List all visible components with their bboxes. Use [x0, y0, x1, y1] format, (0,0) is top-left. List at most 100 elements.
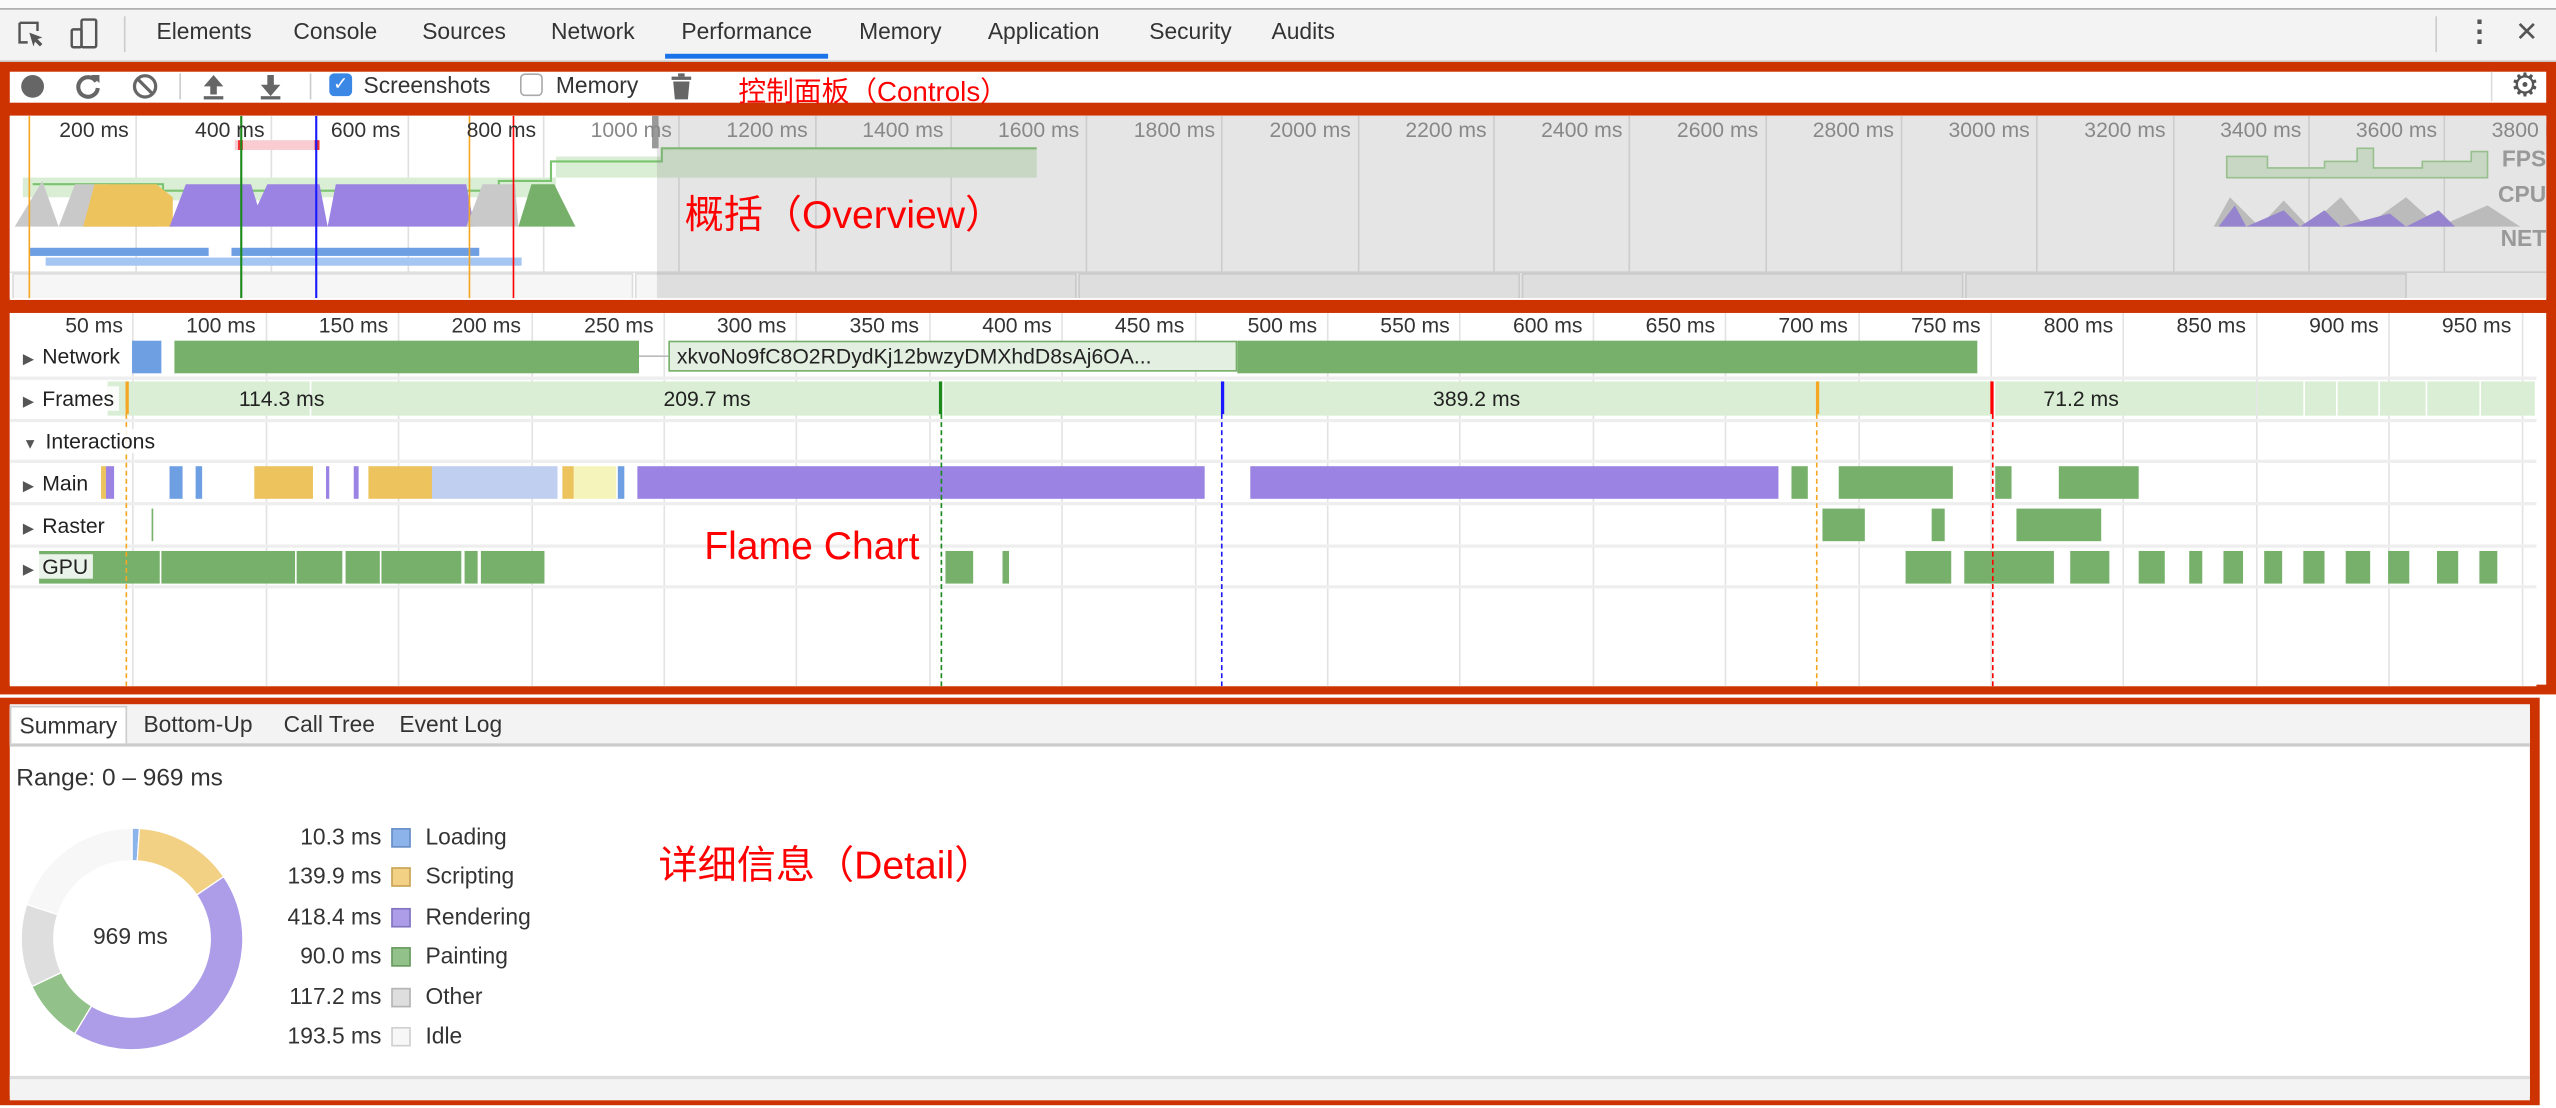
triangle-right-icon[interactable]: ▶	[23, 520, 34, 536]
frame[interactable]	[2305, 381, 2336, 416]
main-event[interactable]	[196, 466, 202, 499]
gpu-event[interactable]	[2436, 550, 2458, 584]
main-event[interactable]	[1995, 466, 2012, 499]
timing-marker[interactable]	[1815, 381, 1819, 415]
main-event[interactable]	[169, 466, 184, 499]
gpu-event[interactable]	[2263, 550, 2283, 584]
track-frames[interactable]: ▶ Frames	[22, 386, 119, 411]
close-icon[interactable]: ✕	[2515, 16, 2538, 49]
triangle-right-icon[interactable]: ▶	[23, 478, 34, 494]
main-event[interactable]	[636, 466, 1205, 499]
tab-memory[interactable]: Memory	[843, 10, 958, 57]
flame-tick-label: 800 ms	[2043, 312, 2114, 338]
main-event[interactable]	[1791, 466, 1808, 499]
main-event[interactable]	[1839, 466, 1954, 499]
raster-event[interactable]	[151, 508, 154, 542]
raster-event[interactable]	[1823, 508, 1866, 542]
track-interactions[interactable]: ▼ Interactions	[22, 428, 160, 454]
triangle-right-icon[interactable]: ▶	[23, 350, 34, 366]
frame[interactable]	[2336, 381, 2378, 416]
timing-marker[interactable]	[124, 381, 128, 415]
main-event[interactable]	[432, 466, 558, 499]
more-vertical-icon[interactable]: ⋮	[2465, 15, 2494, 49]
frame[interactable]	[1994, 381, 2256, 416]
gpu-event[interactable]	[297, 550, 343, 584]
track-gpu[interactable]: ▶ GPU	[22, 554, 94, 579]
detail-tab-bottom-up[interactable]: Bottom-Up	[135, 706, 260, 742]
frame[interactable]	[2379, 381, 2426, 416]
detail-tab-call-tree[interactable]: Call Tree	[275, 706, 383, 742]
download-icon[interactable]	[256, 72, 285, 101]
main-event[interactable]	[562, 466, 574, 499]
frame-duration: 209.7 ms	[663, 386, 751, 411]
gpu-event[interactable]	[2223, 550, 2243, 584]
frame[interactable]	[2257, 381, 2304, 416]
gpu-event[interactable]	[1003, 550, 1009, 584]
main-event[interactable]	[1249, 466, 1779, 499]
upload-icon[interactable]	[199, 72, 228, 101]
tab-application[interactable]: Application	[972, 10, 1116, 57]
gpu-event[interactable]	[944, 550, 974, 584]
main-event[interactable]	[2059, 466, 2139, 499]
detail-tab-event-log[interactable]: Event Log	[391, 706, 510, 742]
gpu-event[interactable]	[2138, 550, 2166, 584]
main-event[interactable]	[618, 466, 624, 499]
gpu-event[interactable]	[2303, 550, 2325, 584]
tab-elements[interactable]: Elements	[140, 10, 268, 57]
track-raster[interactable]: ▶ Raster	[22, 513, 110, 538]
gpu-event[interactable]	[382, 550, 462, 584]
clear-icon[interactable]	[130, 72, 159, 101]
main-event[interactable]	[368, 466, 433, 499]
tab-audits[interactable]: Audits	[1255, 10, 1351, 57]
timing-marker[interactable]	[1990, 381, 1994, 415]
raster-event[interactable]	[1931, 508, 1946, 542]
triangle-down-icon[interactable]: ▼	[23, 435, 38, 451]
tab-security[interactable]: Security	[1133, 10, 1248, 57]
device-toolbar-icon[interactable]	[70, 18, 99, 51]
gear-icon[interactable]: ⚙	[2510, 65, 2539, 106]
triangle-right-icon[interactable]: ▶	[23, 561, 34, 577]
main-event[interactable]	[254, 466, 314, 499]
network-event[interactable]	[175, 340, 640, 374]
gpu-event[interactable]	[1905, 550, 1951, 584]
tab-performance[interactable]: Performance	[665, 10, 829, 59]
gpu-event[interactable]	[2069, 550, 2110, 584]
detail-tab-summary[interactable]: Summary	[9, 705, 127, 744]
timing-marker[interactable]	[939, 381, 943, 415]
triangle-right-icon[interactable]: ▶	[23, 393, 34, 409]
gpu-event[interactable]	[2189, 550, 2203, 584]
tab-sources[interactable]: Sources	[406, 10, 522, 57]
trash-icon[interactable]	[668, 72, 694, 101]
flame-chart[interactable]: 50 ms 100 ms 150 ms 200 ms 250 ms 300 ms 350 m…	[9, 312, 2537, 687]
overview-pane[interactable]: 200 ms 400 ms 600 ms 800 ms 1000 ms 1200 ms 14…	[9, 115, 2547, 299]
main-event[interactable]	[352, 466, 359, 499]
memory-checkbox[interactable]	[520, 73, 543, 97]
gpu-event[interactable]	[2478, 550, 2498, 584]
main-event[interactable]	[573, 466, 616, 499]
main-event[interactable]	[326, 466, 330, 499]
inspect-element-icon[interactable]	[16, 20, 45, 49]
gpu-event[interactable]	[2345, 550, 2370, 584]
record-icon[interactable]	[18, 72, 47, 101]
frame[interactable]	[2480, 381, 2535, 416]
gpu-event[interactable]	[1963, 550, 2055, 584]
screenshots-checkbox[interactable]: ✓	[329, 73, 353, 97]
gpu-event[interactable]	[344, 550, 380, 584]
gpu-event[interactable]	[464, 550, 478, 584]
track-main[interactable]: ▶ Main	[22, 471, 94, 496]
frame[interactable]	[2427, 381, 2479, 416]
tab-console[interactable]: Console	[277, 10, 393, 57]
reload-icon[interactable]	[73, 72, 102, 101]
main-event[interactable]	[106, 466, 115, 499]
network-request[interactable]: xkvoNo9fC8O2RDydKj12bwzyDMXhdD8sAj6OA...	[668, 340, 1237, 372]
track-network[interactable]: ▶ Network	[22, 343, 125, 369]
gpu-event[interactable]	[480, 550, 544, 584]
timing-marker[interactable]	[1220, 381, 1225, 415]
frame[interactable]	[312, 381, 943, 416]
network-event[interactable]	[132, 340, 162, 374]
raster-event[interactable]	[2016, 508, 2102, 542]
network-event[interactable]	[1236, 340, 1978, 374]
gpu-event[interactable]	[161, 550, 295, 584]
tab-network[interactable]: Network	[535, 10, 651, 57]
gpu-event[interactable]	[2388, 550, 2410, 584]
